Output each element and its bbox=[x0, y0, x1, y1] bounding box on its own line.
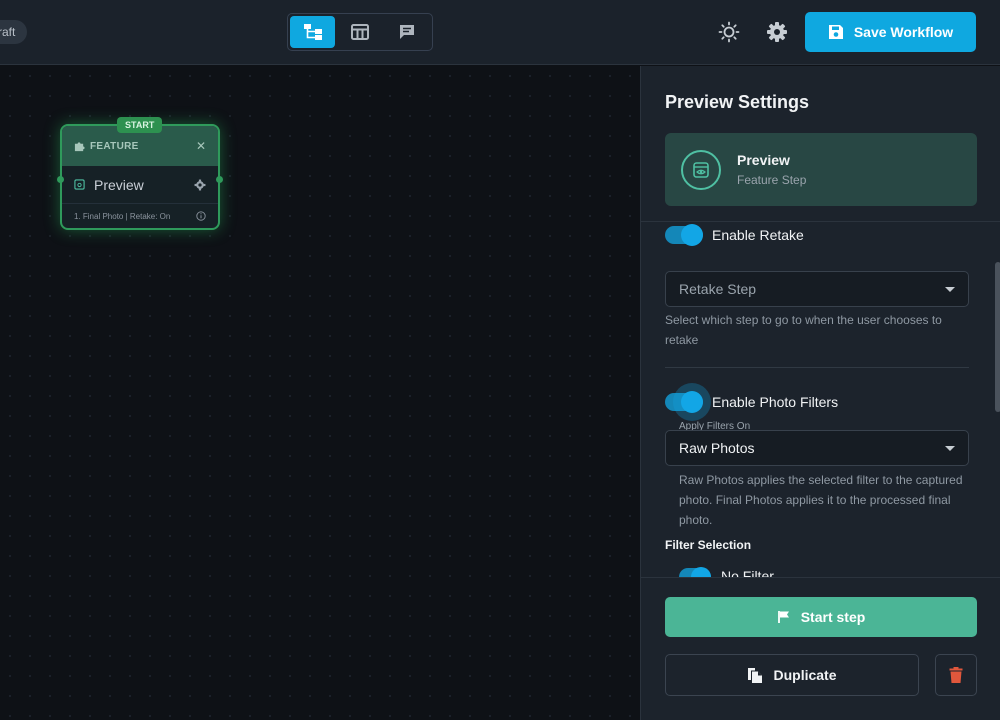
retake-step-select[interactable]: Retake Step bbox=[665, 271, 969, 307]
node-summary: 1. Final Photo | Retake: On bbox=[62, 204, 218, 228]
scrollbar-thumb[interactable] bbox=[995, 262, 1000, 412]
panel-title: Preview Settings bbox=[665, 92, 810, 112]
enable-photo-filters-toggle[interactable] bbox=[665, 383, 711, 421]
floppy-disk-icon bbox=[828, 25, 843, 39]
toggle-knob bbox=[691, 567, 711, 577]
delete-step-button[interactable] bbox=[935, 654, 977, 696]
apply-filters-on-value: Raw Photos bbox=[679, 440, 755, 456]
start-step-label: Start step bbox=[800, 609, 866, 625]
retake-helper-text: Select which step to go to when the user… bbox=[665, 313, 942, 347]
puzzle-piece-icon bbox=[74, 141, 85, 151]
filters-helper-text: Raw Photos applies the selected filter t… bbox=[679, 473, 963, 527]
save-workflow-button[interactable]: Save Workflow bbox=[805, 12, 976, 52]
no-filter-toggle[interactable] bbox=[679, 567, 711, 577]
trash-icon bbox=[949, 667, 963, 683]
step-icon-ring bbox=[681, 149, 721, 190]
workflow-view-button[interactable] bbox=[290, 16, 335, 48]
table-layout-icon bbox=[350, 24, 369, 40]
enable-photo-filters-label: Enable Photo Filters bbox=[712, 394, 839, 410]
panel-scrollbar[interactable] bbox=[993, 222, 1000, 577]
step-info-text: Preview Feature Step bbox=[737, 152, 806, 187]
preview-window-icon bbox=[74, 179, 85, 190]
apply-filters-on-select[interactable]: Raw Photos bbox=[665, 430, 969, 466]
draft-status-badge: raft bbox=[0, 20, 28, 44]
copy-icon bbox=[748, 667, 763, 683]
step-name: Preview bbox=[737, 152, 790, 168]
comment-icon bbox=[399, 25, 414, 39]
workflow-node-preview[interactable]: START FEATURE ✕ Preview 1. Final Photo |… bbox=[57, 117, 223, 230]
settings-button[interactable] bbox=[762, 17, 792, 47]
sun-icon bbox=[718, 21, 740, 43]
chevron-down-icon bbox=[945, 286, 955, 292]
node-close-icon[interactable]: ✕ bbox=[196, 139, 206, 153]
info-icon[interactable] bbox=[196, 211, 206, 221]
toggle-knob bbox=[681, 391, 703, 413]
settings-scroll-area[interactable]: Enable Retake Retake Step Select which s… bbox=[641, 222, 1000, 577]
no-filter-label: No Filter bbox=[721, 568, 774, 577]
duplicate-label: Duplicate bbox=[773, 667, 837, 683]
node-summary-text: 1. Final Photo | Retake: On bbox=[74, 211, 171, 221]
toggle-knob bbox=[681, 224, 703, 246]
theme-toggle-button[interactable] bbox=[714, 17, 744, 47]
start-step-button[interactable]: Start step bbox=[665, 597, 977, 637]
comments-view-button[interactable] bbox=[384, 16, 429, 48]
chevron-down-icon bbox=[945, 445, 955, 451]
node-input-port[interactable] bbox=[57, 176, 64, 183]
node-type-label: FEATURE bbox=[90, 140, 139, 152]
view-switcher bbox=[287, 13, 433, 51]
flag-icon bbox=[777, 611, 789, 623]
table-view-button[interactable] bbox=[337, 16, 382, 48]
step-type: Feature Step bbox=[737, 173, 807, 187]
workflow-tree-icon bbox=[303, 24, 322, 40]
step-info-card: Preview Feature Step bbox=[665, 133, 977, 206]
enable-retake-label: Enable Retake bbox=[712, 227, 804, 243]
eye-preview-icon bbox=[693, 161, 709, 178]
node-step-label: Preview bbox=[94, 176, 144, 193]
enable-retake-toggle[interactable] bbox=[665, 224, 703, 246]
top-bar: raft bbox=[0, 0, 1000, 65]
node-step: Preview bbox=[62, 166, 218, 204]
node-output-port[interactable] bbox=[216, 176, 223, 183]
duplicate-button[interactable]: Duplicate bbox=[665, 654, 919, 696]
start-badge: START bbox=[117, 117, 163, 133]
gear-icon bbox=[767, 22, 787, 42]
footer-separator bbox=[641, 577, 1000, 578]
retake-step-placeholder: Retake Step bbox=[679, 281, 757, 297]
settings-panel: Preview Settings Preview Feature Step En… bbox=[640, 66, 1000, 720]
filter-selection-heading: Filter Selection bbox=[665, 538, 752, 552]
node-settings-gear-icon[interactable] bbox=[194, 179, 206, 191]
workflow-canvas[interactable]: START FEATURE ✕ Preview 1. Final Photo |… bbox=[0, 66, 640, 720]
save-workflow-label: Save Workflow bbox=[853, 24, 954, 40]
section-divider bbox=[665, 367, 969, 368]
